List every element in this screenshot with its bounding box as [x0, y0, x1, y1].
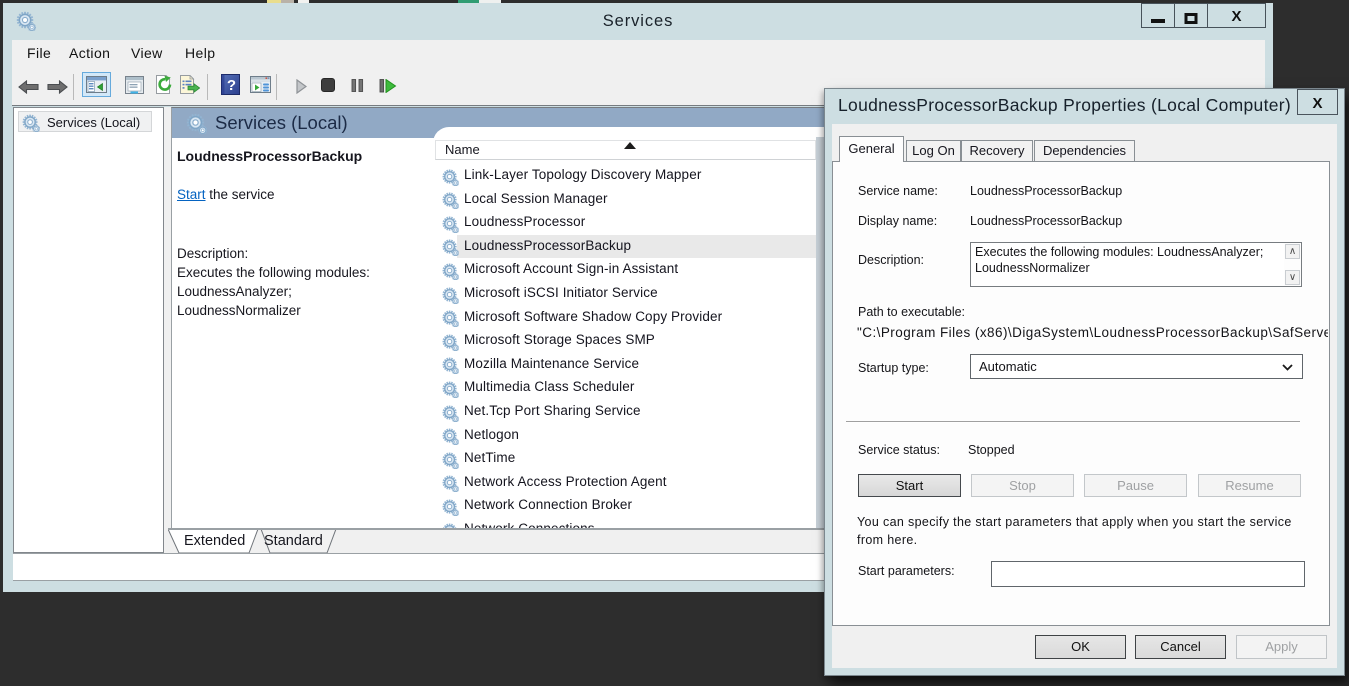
svg-text:?: ? [227, 77, 236, 94]
